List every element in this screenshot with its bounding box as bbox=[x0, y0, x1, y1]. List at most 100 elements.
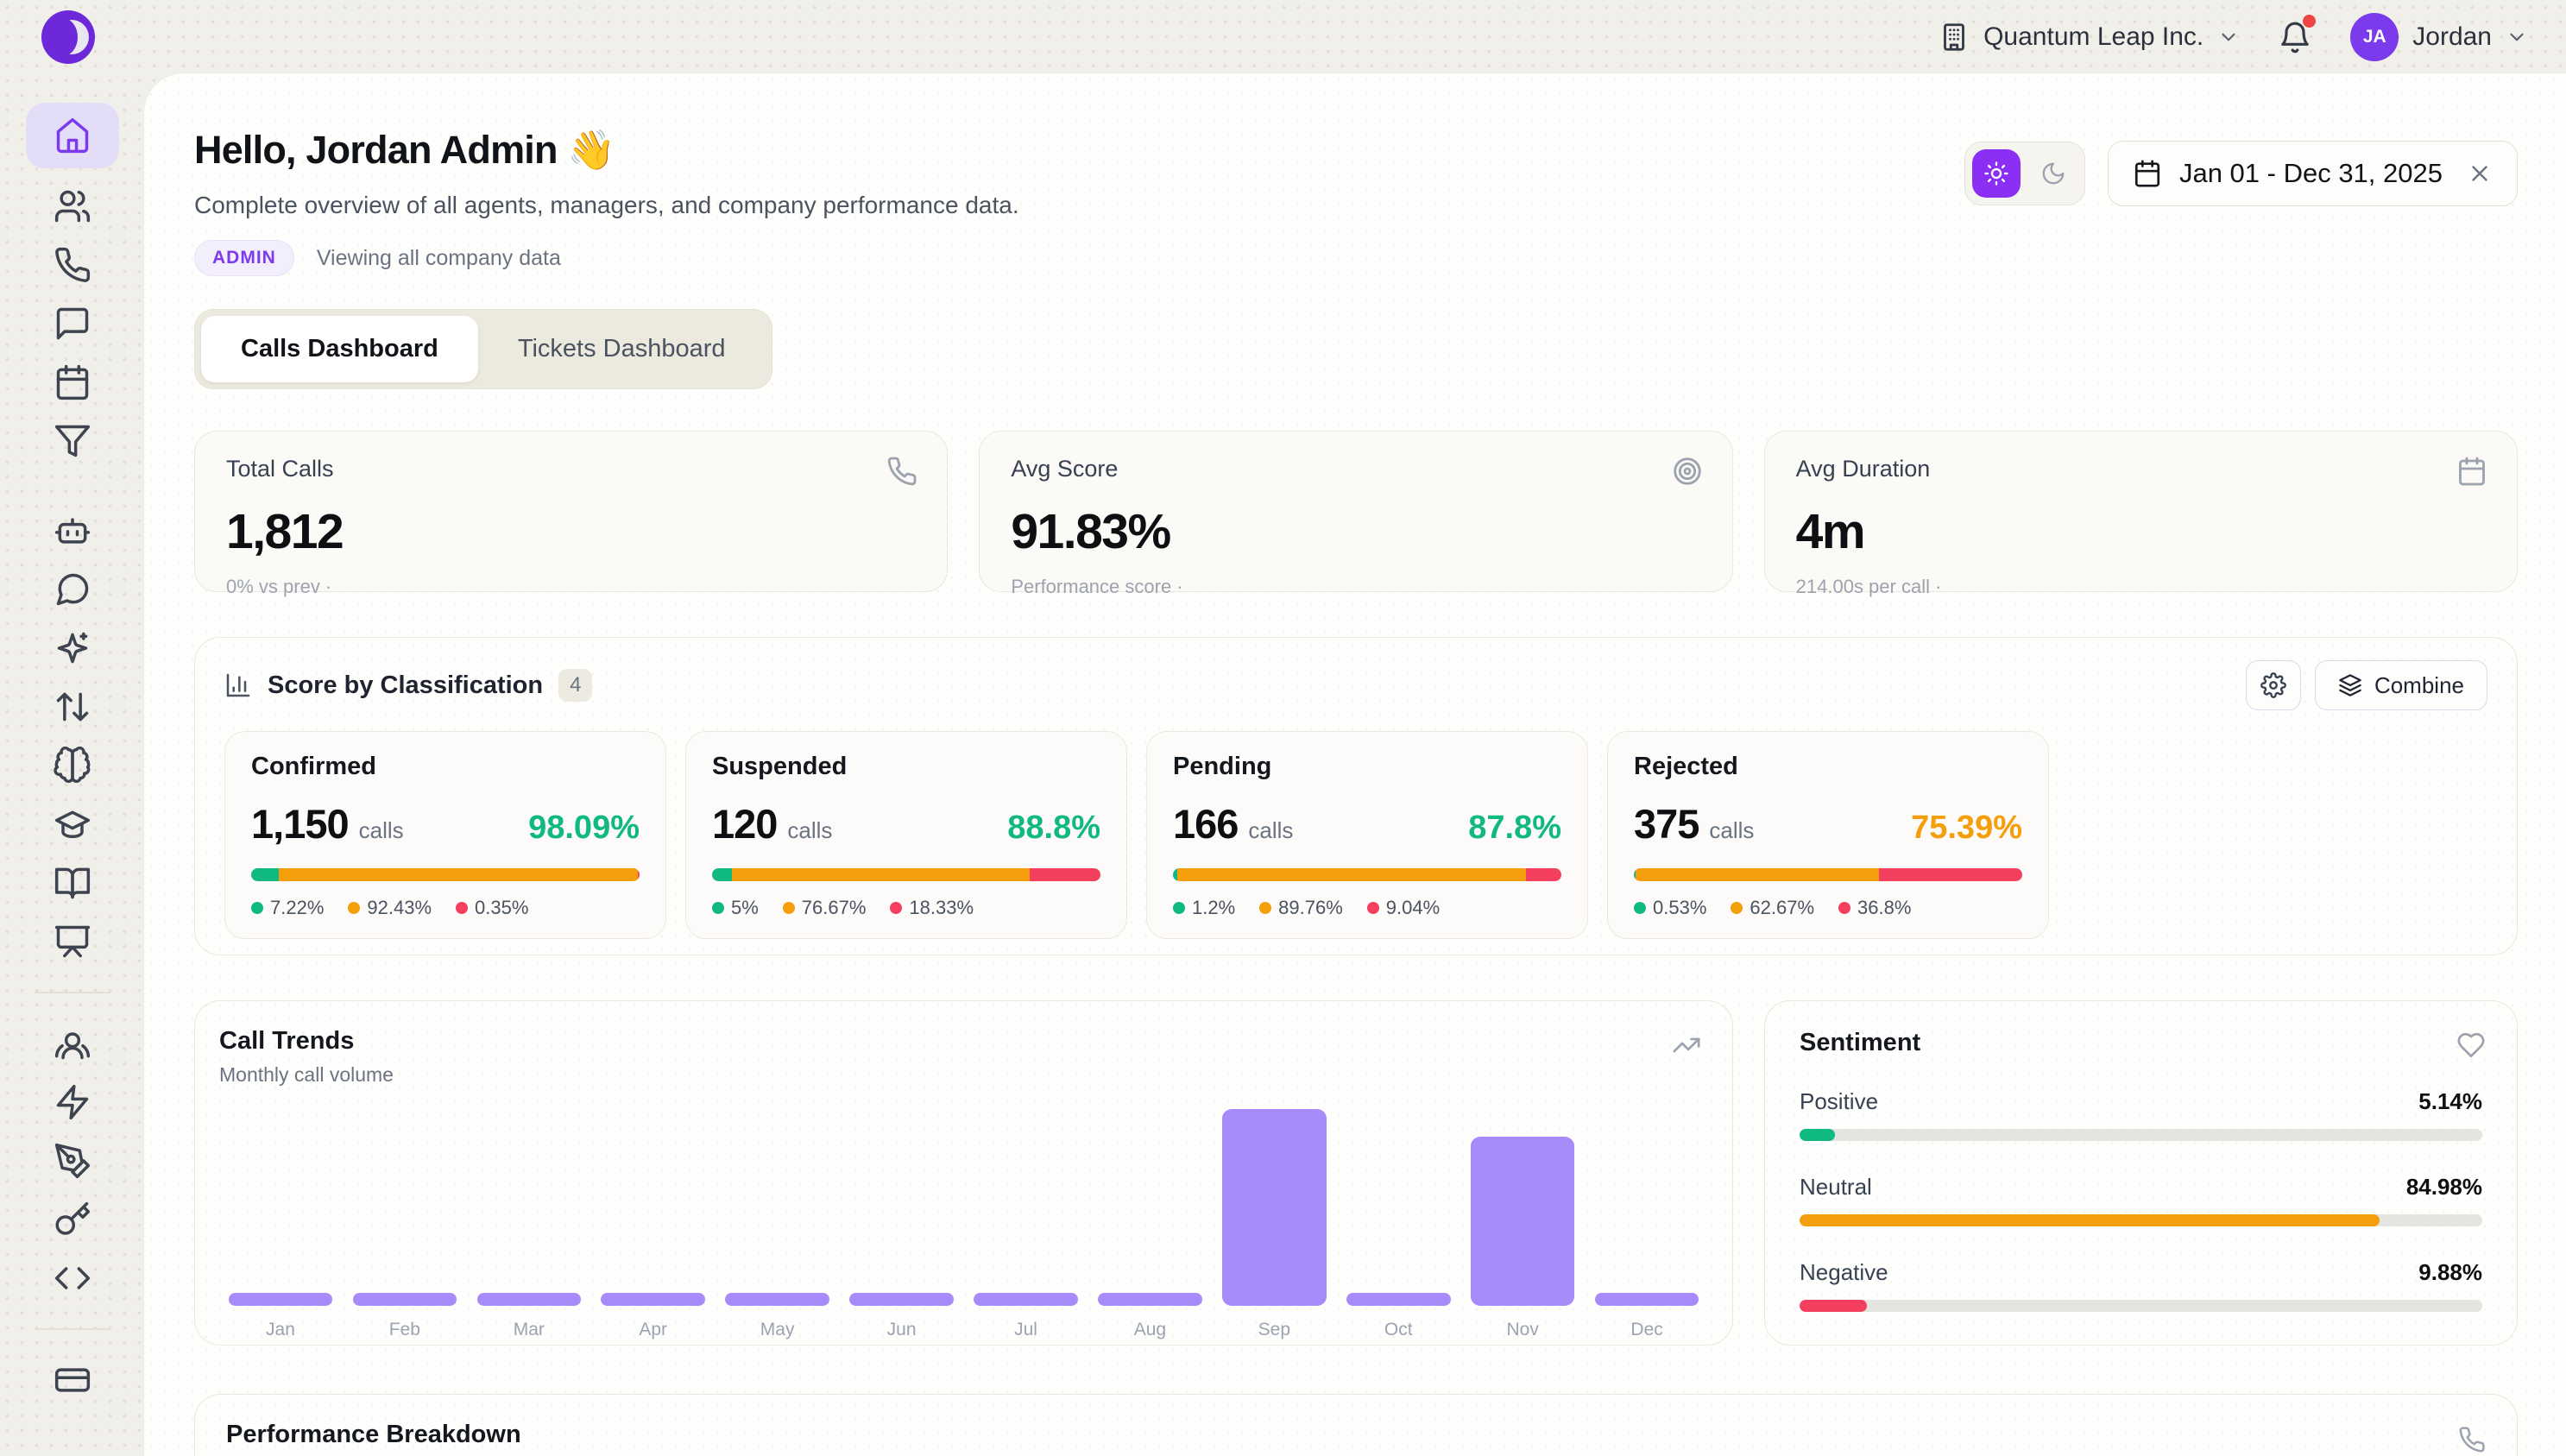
bot-icon bbox=[54, 512, 91, 550]
sidebar-item-graduation-cap[interactable] bbox=[26, 795, 119, 854]
chevron-down-icon bbox=[2217, 26, 2240, 48]
sidebar-item-home[interactable] bbox=[26, 103, 119, 168]
chart-bar[interactable] bbox=[974, 1293, 1078, 1306]
sidebar-item-brain[interactable] bbox=[26, 736, 119, 795]
sidebar-item-presentation[interactable] bbox=[26, 912, 119, 971]
users-icon bbox=[54, 187, 91, 225]
sidebar-item-phone[interactable] bbox=[26, 236, 119, 294]
legend-item: 76.67% bbox=[783, 897, 867, 919]
classification-value-row: 1,150calls98.09% bbox=[251, 800, 640, 848]
classification-settings-button[interactable] bbox=[2246, 660, 2301, 710]
sentiment-rows: Positive5.14%Neutral84.98%Negative9.88% bbox=[1800, 1088, 2482, 1312]
combine-button[interactable]: Combine bbox=[2315, 660, 2487, 710]
user-menu[interactable]: JA Jordan bbox=[2350, 13, 2528, 61]
sidebar-item-bot[interactable] bbox=[26, 501, 119, 560]
clear-date-icon[interactable] bbox=[2467, 161, 2493, 186]
sidebar-item-key[interactable] bbox=[26, 1190, 119, 1249]
call-trends-card: Call Trends Monthly call volume JanFebMa… bbox=[194, 1000, 1733, 1346]
sentiment-line: Neutral84.98% bbox=[1800, 1174, 2482, 1201]
dashboard-tabs: Calls DashboardTickets Dashboard bbox=[194, 309, 772, 389]
arrows-up-down-icon bbox=[54, 688, 91, 726]
classification-card-pending: Pending166calls87.8%1.2%89.76%9.04% bbox=[1146, 731, 1588, 939]
sidebar-item-filter[interactable] bbox=[26, 412, 119, 470]
bar-slot-feb bbox=[347, 1106, 463, 1306]
chart-bar[interactable] bbox=[725, 1293, 829, 1306]
sidebar-item-users[interactable] bbox=[26, 177, 119, 236]
pen-tool-icon bbox=[54, 1142, 91, 1180]
sentiment-card: Sentiment Positive5.14%Neutral84.98%Nega… bbox=[1764, 1000, 2518, 1346]
legend-value: 76.67% bbox=[802, 897, 867, 919]
stat-value: 4m bbox=[1796, 503, 2486, 560]
classification-cards: Confirmed1,150calls98.09%7.22%92.43%0.35… bbox=[224, 731, 2487, 939]
chart-bar[interactable] bbox=[1098, 1293, 1202, 1306]
sidebar-item-team[interactable] bbox=[26, 1014, 119, 1073]
x-tick-label: Dec bbox=[1589, 1320, 1705, 1340]
legend-value: 1.2% bbox=[1192, 897, 1235, 919]
chart-bar[interactable] bbox=[1346, 1293, 1451, 1306]
target-icon bbox=[1672, 456, 1703, 487]
sidebar-item-message-circle[interactable] bbox=[26, 560, 119, 619]
header-controls: Jan 01 - Dec 31, 2025 bbox=[1964, 141, 2518, 206]
chart-bar[interactable] bbox=[477, 1293, 582, 1306]
sidebar-item-message-square[interactable] bbox=[26, 294, 119, 353]
classification-card-rejected: Rejected375calls75.39%0.53%62.67%36.8% bbox=[1607, 731, 2049, 939]
bar-slot-jan bbox=[223, 1106, 338, 1306]
bar-slot-jul bbox=[968, 1106, 1084, 1306]
sidebar-item-sparkles[interactable] bbox=[26, 619, 119, 678]
sentiment-fill bbox=[1800, 1129, 1835, 1141]
company-switcher[interactable]: Quantum Leap Inc. bbox=[1939, 22, 2240, 53]
classification-title: Score by Classification bbox=[268, 671, 543, 700]
x-tick-label: Feb bbox=[347, 1320, 463, 1340]
x-tick-label: Aug bbox=[1092, 1320, 1207, 1340]
tab-tickets-dashboard[interactable]: Tickets Dashboard bbox=[478, 316, 766, 382]
light-mode-button[interactable] bbox=[1972, 149, 2021, 198]
sentiment-track bbox=[1800, 1300, 2482, 1312]
sidebar-item-code[interactable] bbox=[26, 1249, 119, 1308]
sidebar-item-wallet[interactable] bbox=[26, 1351, 119, 1409]
calendar-icon bbox=[54, 363, 91, 401]
classification-progress-bar bbox=[251, 868, 640, 881]
stat-footnote: 214.00s per call · bbox=[1796, 576, 2486, 598]
calls-count: 375 bbox=[1634, 800, 1699, 848]
sidebar-item-zap[interactable] bbox=[26, 1073, 119, 1131]
legend-value: 89.76% bbox=[1278, 897, 1343, 919]
phone-icon bbox=[886, 456, 917, 487]
notification-dot bbox=[2303, 15, 2316, 28]
stat-value: 1,812 bbox=[226, 503, 916, 560]
bar-slot-sep bbox=[1216, 1106, 1332, 1306]
page-title: Hello, Jordan Admin 👋 bbox=[194, 127, 1019, 173]
app-logo[interactable] bbox=[41, 10, 95, 64]
date-range-picker[interactable]: Jan 01 - Dec 31, 2025 bbox=[2108, 141, 2518, 206]
x-tick-label: Oct bbox=[1340, 1320, 1456, 1340]
sidebar-item-calendar[interactable] bbox=[26, 353, 119, 412]
legend-dot bbox=[1731, 902, 1743, 914]
chart-bar[interactable] bbox=[849, 1293, 954, 1306]
legend-value: 0.35% bbox=[475, 897, 528, 919]
score-value: 98.09% bbox=[528, 810, 640, 847]
chart-bar[interactable] bbox=[229, 1293, 333, 1306]
sidebar-item-pen-tool[interactable] bbox=[26, 1131, 119, 1190]
dark-mode-button[interactable] bbox=[2029, 149, 2077, 198]
sidebar-item-book-open[interactable] bbox=[26, 854, 119, 912]
chart-bar[interactable] bbox=[1471, 1137, 1575, 1306]
trending-up-icon bbox=[1672, 1031, 1701, 1060]
tab-calls-dashboard[interactable]: Calls Dashboard bbox=[201, 316, 478, 382]
legend-value: 62.67% bbox=[1750, 897, 1814, 919]
sidebar-item-arrows-up-down[interactable] bbox=[26, 678, 119, 736]
theme-toggle bbox=[1964, 142, 2085, 205]
chart-bar[interactable] bbox=[353, 1293, 457, 1306]
chart-bar[interactable] bbox=[601, 1293, 705, 1306]
bar-slot-oct bbox=[1340, 1106, 1456, 1306]
chart-bar[interactable] bbox=[1222, 1109, 1327, 1306]
call-trends-title: Call Trends bbox=[219, 1027, 1708, 1056]
score-value: 75.39% bbox=[1911, 810, 2022, 847]
layers-icon bbox=[2338, 673, 2362, 697]
notifications-button[interactable] bbox=[2278, 20, 2312, 54]
performance-section: Performance Breakdown Total CallsActive … bbox=[194, 1394, 2518, 1456]
legend-item: 18.33% bbox=[890, 897, 974, 919]
classification-value-row: 166calls87.8% bbox=[1173, 800, 1561, 848]
calendar-icon bbox=[2133, 159, 2162, 188]
calls-suffix: calls bbox=[1709, 817, 1754, 844]
chart-bar[interactable] bbox=[1595, 1293, 1699, 1306]
key-icon bbox=[54, 1201, 91, 1239]
